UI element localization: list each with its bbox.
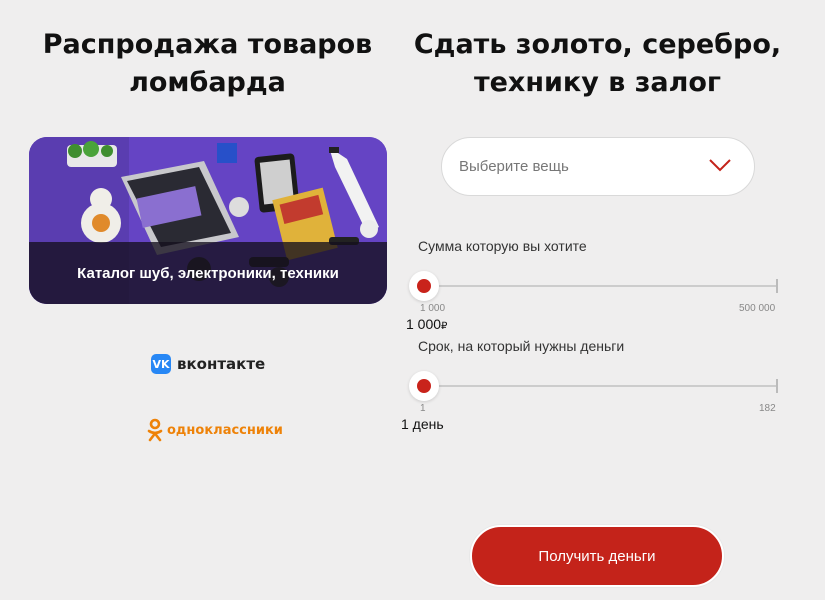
item-select[interactable]: Выберите вещь bbox=[441, 137, 755, 196]
pawn-heading: Сдать золото, серебро, технику в залог bbox=[410, 26, 785, 102]
term-value: 1 день bbox=[401, 416, 444, 432]
term-label: Срок, на который нужны деньги bbox=[418, 338, 625, 354]
term-min: 1 bbox=[420, 403, 426, 414]
vk-label: вконтакте bbox=[177, 355, 266, 373]
pawn-heading-line2: технику в залог bbox=[473, 67, 722, 98]
get-money-button[interactable]: Получить деньги bbox=[470, 525, 724, 587]
catalog-label: Каталог шуб, электроники, техники bbox=[77, 264, 339, 282]
sale-heading-line2: ломбарда bbox=[129, 67, 286, 98]
term-max: 182 bbox=[759, 403, 776, 414]
amount-value: 1 000₽ bbox=[406, 316, 447, 332]
amount-label: Сумма которую вы хотите bbox=[418, 238, 587, 254]
amount-currency: ₽ bbox=[441, 321, 448, 332]
sale-section: Распродажа товаров ломбарда Каталог шуб,… bbox=[0, 0, 410, 600]
catalog-card[interactable]: Каталог шуб, электроники, техники bbox=[29, 137, 387, 304]
pawn-heading-line1: Сдать золото, серебро, bbox=[413, 29, 782, 60]
amount-slider-thumb[interactable] bbox=[409, 271, 439, 301]
ok-label: одноклассники bbox=[167, 422, 283, 438]
catalog-overlay: Каталог шуб, электроники, техники bbox=[29, 242, 387, 304]
vk-icon: VK bbox=[151, 354, 171, 374]
term-slider-thumb[interactable] bbox=[409, 371, 439, 401]
ok-link[interactable]: одноклассники bbox=[147, 418, 283, 442]
chevron-down-icon bbox=[709, 159, 731, 172]
sale-heading-line1: Распродажа товаров bbox=[42, 29, 373, 60]
term-slider-track[interactable] bbox=[424, 385, 777, 387]
odnoklassniki-icon bbox=[147, 418, 163, 442]
amount-min: 1 000 bbox=[420, 303, 446, 314]
term-slider-end bbox=[776, 379, 778, 393]
pawn-section: Сдать золото, серебро, технику в залог В… bbox=[401, 0, 825, 600]
amount-slider-track[interactable] bbox=[424, 285, 777, 287]
amount-value-number: 1 000 bbox=[406, 316, 442, 332]
amount-slider-end bbox=[776, 279, 778, 293]
amount-max: 500 000 bbox=[739, 303, 776, 314]
sale-heading: Распродажа товаров ломбарда bbox=[20, 26, 395, 102]
item-select-placeholder: Выберите вещь bbox=[459, 158, 569, 175]
vk-link[interactable]: VK вконтакте bbox=[151, 354, 265, 374]
